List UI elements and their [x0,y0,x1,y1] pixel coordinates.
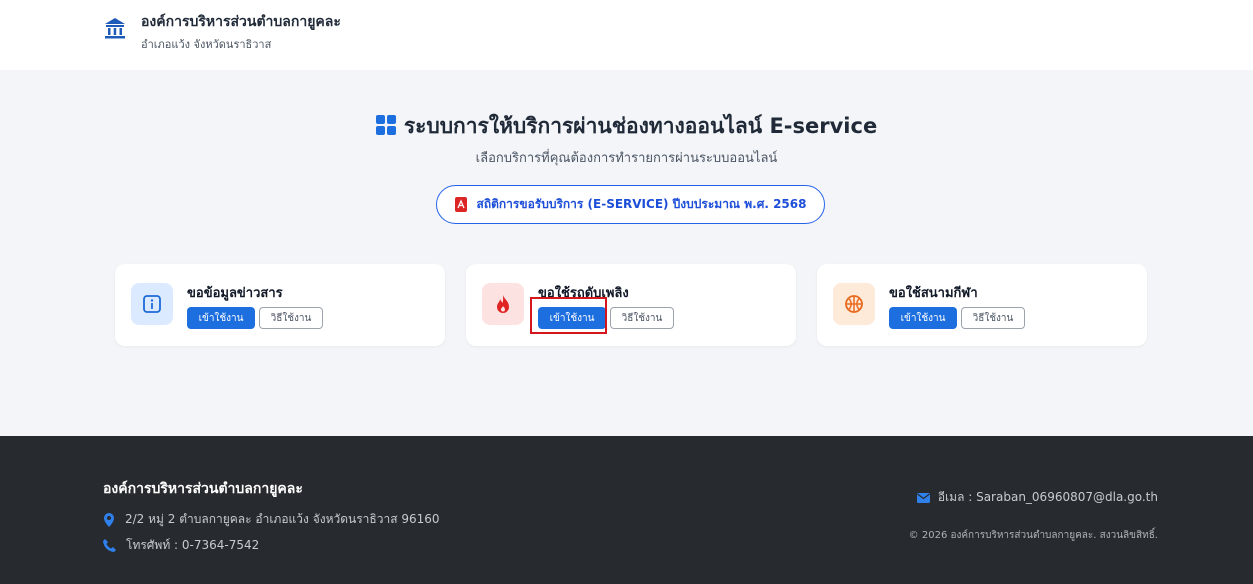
service-card-sports-field: ขอใช้สนามกีฬา เข้าใช้งาน วิธีใช้งาน [817,264,1147,346]
service-title: ขอข้อมูลข่าวสาร [187,286,283,301]
site-header: องค์การบริหารส่วนตำบลกายูคละ อำเภอแว้ง จ… [0,0,1253,70]
enter-button[interactable]: เข้าใช้งาน [187,307,255,329]
service-card-fire-truck: ขอใช้รถดับเพลิง เข้าใช้งาน วิธีใช้งาน [466,264,796,346]
grid-icon [375,115,396,135]
stats-report-label: สถิติการขอรับบริการ (E-SERVICE) ปีงบประม… [476,197,807,211]
enter-button[interactable]: เข้าใช้งาน [889,307,957,329]
org-name[interactable]: องค์การบริหารส่วนตำบลกายูคละ [141,11,341,33]
footer-email-text[interactable]: อีเมล : Saraban_06960807@dla.go.th [938,488,1158,507]
fire-icon [482,283,524,325]
service-card-info-request: ขอข้อมูลข่าวสาร เข้าใช้งาน วิธีใช้งาน [115,264,445,346]
phone-icon [103,539,116,552]
howto-button[interactable]: วิธีใช้งาน [259,307,323,329]
footer-org-name: องค์การบริหารส่วนตำบลกายูคละ [103,481,303,497]
site-footer: องค์การบริหารส่วนตำบลกายูคละ 2/2 หมู่ 2 … [0,436,1253,584]
building-columns-icon [104,16,126,40]
footer-copyright: © 2026 องค์การบริหารส่วนตำบลกายูคละ. สงว… [908,530,1158,541]
footer-address-text: 2/2 หมู่ 2 ตำบลกายูคละ อำเภอแว้ง จังหวัด… [125,512,440,526]
org-subtitle: อำเภอแว้ง จังหวัดนราธิวาส [141,38,272,51]
location-pin-icon [103,512,115,527]
page-title-text: ระบบการให้บริการผ่านช่องทางออนไลน์ E-ser… [403,114,878,138]
service-title: ขอใช้สนามกีฬา [889,286,978,301]
footer-phone-text[interactable]: โทรศัพท์ : 0-7364-7542 [126,536,259,555]
footer-address: 2/2 หมู่ 2 ตำบลกายูคละ อำเภอแว้ง จังหวัด… [103,510,440,529]
highlight-box [530,297,607,334]
footer-phone: โทรศัพท์ : 0-7364-7542 [103,536,259,555]
page-subtitle: เลือกบริการที่คุณต้องการทำรายการผ่านระบบ… [475,151,778,166]
envelope-icon [916,492,930,503]
info-icon [131,283,173,325]
howto-button[interactable]: วิธีใช้งาน [610,307,674,329]
page-title: ระบบการให้บริการผ่านช่องทางออนไลน์ E-ser… [0,110,1253,143]
howto-button[interactable]: วิธีใช้งาน [961,307,1025,329]
pdf-icon [454,197,467,212]
stats-report-button[interactable]: สถิติการขอรับบริการ (E-SERVICE) ปีงบประม… [436,185,825,224]
basketball-icon [833,283,875,325]
footer-email: อีเมล : Saraban_06960807@dla.go.th [916,488,1158,507]
